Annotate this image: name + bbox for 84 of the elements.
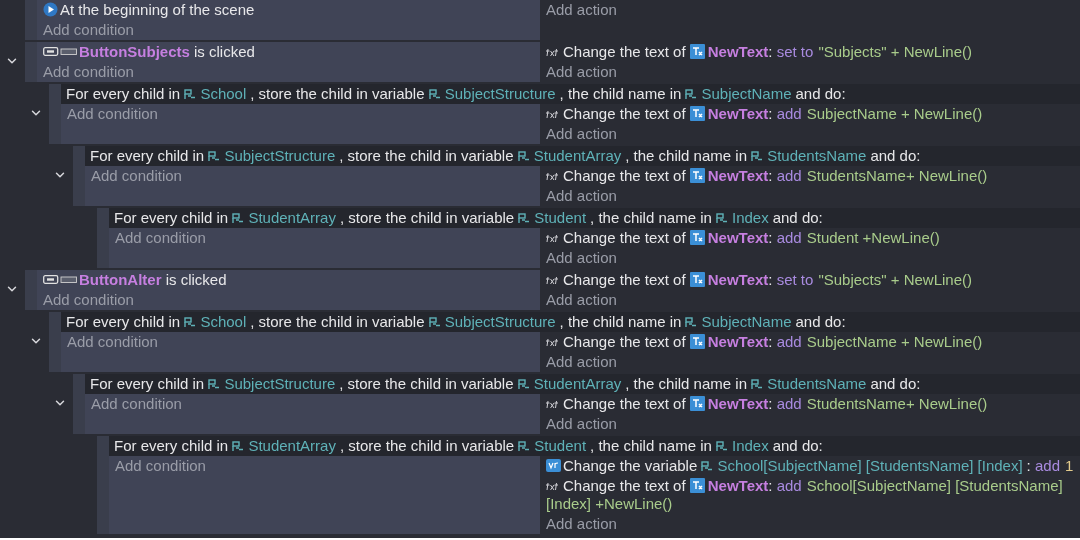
add-action-link[interactable]: Add action <box>546 62 617 82</box>
action[interactable]: Change the text of NewText: add StudentsName+ NewLine() <box>546 394 1080 414</box>
for-each-header: For every child in StudentArray , store the child in variable Student , the child name in Index and do: <box>109 208 1080 228</box>
text-object-icon <box>689 396 705 411</box>
event-drag-handle[interactable] <box>73 146 85 206</box>
variable-icon <box>716 213 728 224</box>
add-action-link[interactable]: Add action <box>546 124 617 144</box>
variable-icon <box>208 151 221 162</box>
add-condition-link[interactable]: Add condition <box>43 290 134 310</box>
variable-icon <box>751 151 764 162</box>
add-action-link[interactable]: Add action <box>546 290 617 310</box>
variable-icon <box>208 379 221 390</box>
text-object-icon <box>689 168 705 183</box>
variable-icon <box>517 379 530 390</box>
condition[interactable]: ButtonAlter is clicked <box>43 270 540 290</box>
add-action-link[interactable]: Add action <box>546 186 617 206</box>
text-action-icon <box>546 48 559 57</box>
for-each-header: For every child in StudentArray , store the child in variable Student , the child name in Index and do: <box>109 436 1080 456</box>
button-icon <box>43 275 77 284</box>
text-action-icon <box>546 482 559 491</box>
text-action-icon <box>546 110 559 119</box>
action[interactable]: Change the text of NewText: add SubjectName + NewLine() <box>546 332 1080 352</box>
variable-icon <box>517 151 530 162</box>
variable-icon <box>428 317 441 328</box>
variable-icon <box>184 89 197 100</box>
text-action-icon <box>546 234 559 243</box>
variable-icon <box>701 461 714 472</box>
action[interactable]: Change the text of NewText: add Student +NewLine() <box>546 228 1080 248</box>
event-drag-handle[interactable] <box>97 436 109 534</box>
condition[interactable]: ButtonSubjects is clicked <box>43 42 540 62</box>
event-drag-handle[interactable] <box>73 374 85 434</box>
text-object-icon <box>689 44 705 59</box>
add-action-link[interactable]: Add action <box>546 514 617 534</box>
text-action-icon <box>546 276 559 285</box>
for-each-header: For every child in SubjectStructure , store the child in variable StudentArray , the child name in StudentsName and do: <box>85 374 1080 394</box>
variable-icon <box>685 317 698 328</box>
add-condition-link[interactable]: Add condition <box>43 62 134 82</box>
event-drag-handle[interactable] <box>25 42 37 82</box>
event-drag-handle[interactable] <box>49 84 61 144</box>
text-action-icon <box>546 172 559 181</box>
event-drag-handle[interactable] <box>49 312 61 372</box>
add-condition-link[interactable]: Add condition <box>43 20 134 40</box>
add-condition-link[interactable]: Add condition <box>115 456 206 476</box>
action[interactable]: Change the text of NewText: add School[SubjectName] [StudentsName] [Index] +NewLine() <box>546 476 1080 514</box>
for-each-header: For every child in SubjectStructure , store the child in variable StudentArray , the child name in StudentsName and do: <box>85 146 1080 166</box>
text-action-icon <box>546 400 559 409</box>
text-action-icon <box>546 338 559 347</box>
add-condition-link[interactable]: Add condition <box>91 394 182 414</box>
action[interactable]: Change the text of NewText: add StudentsName+ NewLine() <box>546 166 1080 186</box>
add-condition-link[interactable]: Add condition <box>91 166 182 186</box>
variable-icon <box>428 89 441 100</box>
play-icon <box>43 2 58 17</box>
for-each-header: For every child in School , store the child in variable SubjectStructure , the child name in SubjectName and do: <box>61 84 1080 104</box>
variable-icon <box>518 213 531 224</box>
button-icon <box>43 47 77 56</box>
text-object-icon <box>689 230 705 245</box>
variable-icon <box>184 317 197 328</box>
add-condition-link[interactable]: Add condition <box>67 332 158 352</box>
variable-icon <box>716 441 728 452</box>
add-action-link[interactable]: Add action <box>546 414 617 434</box>
add-action-link[interactable]: Add action <box>546 0 617 20</box>
event-drag-handle[interactable] <box>25 0 37 40</box>
add-condition-link[interactable]: Add condition <box>67 104 158 124</box>
variable-icon <box>751 379 764 390</box>
action[interactable]: Change the text of NewText: add SubjectName + NewLine() <box>546 104 1080 124</box>
variable-icon <box>232 213 245 224</box>
condition[interactable]: At the beginning of the scene <box>43 0 540 20</box>
text-object-icon <box>689 106 705 121</box>
add-condition-link[interactable]: Add condition <box>115 228 206 248</box>
add-action-link[interactable]: Add action <box>546 352 617 372</box>
action[interactable]: Change the text of NewText: set to "Subjects" + NewLine() <box>546 270 1080 290</box>
for-each-header: For every child in School , store the child in variable SubjectStructure , the child name in SubjectName and do: <box>61 312 1080 332</box>
variable-action-icon <box>546 459 561 472</box>
event-drag-handle[interactable] <box>97 208 109 268</box>
action[interactable]: Change the text of NewText: set to "Subjects" + NewLine() <box>546 42 1080 62</box>
action[interactable]: Change the variable School[SubjectName] [StudentsName] [Index] : add 1 <box>546 456 1080 476</box>
variable-icon <box>685 89 698 100</box>
variable-icon <box>232 441 245 452</box>
event-drag-handle[interactable] <box>25 270 37 310</box>
text-object-icon <box>689 334 705 349</box>
add-action-link[interactable]: Add action <box>546 248 617 268</box>
variable-icon <box>518 441 531 452</box>
text-object-icon <box>689 272 705 287</box>
text-object-icon <box>689 478 705 493</box>
